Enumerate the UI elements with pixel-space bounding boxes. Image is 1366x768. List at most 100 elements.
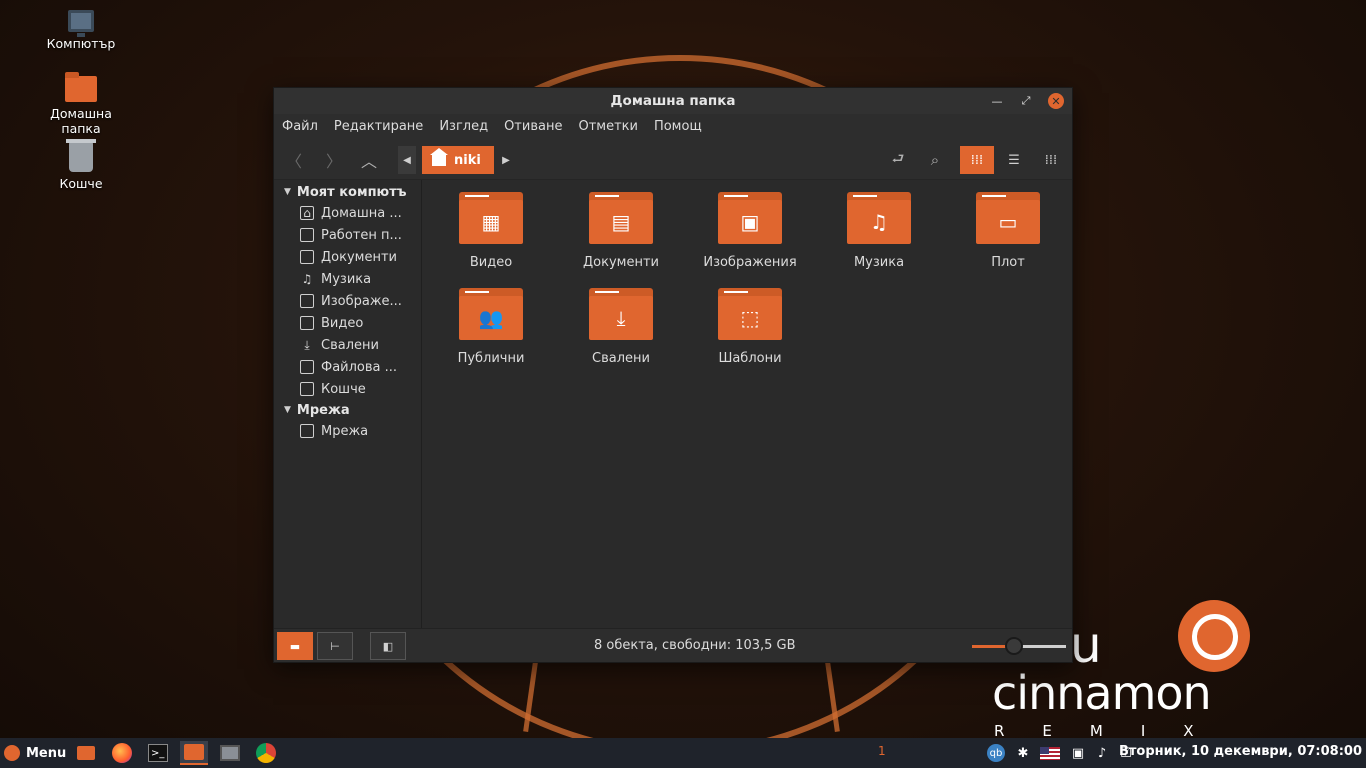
start-menu-label: Menu (26, 745, 67, 761)
us-flag-icon[interactable] (1040, 743, 1060, 763)
folder-item-downloads[interactable]: ⤓ Свалени (566, 288, 676, 366)
folder-item-videos[interactable]: ▦ Видео (436, 192, 546, 270)
taskbar-chrome[interactable] (252, 741, 280, 765)
sidebar-item-videos[interactable]: Видео (274, 312, 421, 334)
home-icon (430, 148, 448, 166)
breadcrumb-left-arrow[interactable]: ◀ (398, 146, 416, 174)
compact-view-button[interactable]: ⁞⁞⁞ (1034, 146, 1068, 174)
sidebar-item-desktop[interactable]: Работен п... (274, 224, 421, 246)
folder-icon: ⤓ (589, 288, 653, 340)
firefox-icon (112, 743, 132, 763)
sidebar-item-label: Документи (321, 249, 397, 265)
sidebar-item-pictures[interactable]: Изображе... (274, 290, 421, 312)
status-text: 8 обекта, свободни: 103,5 GB (594, 638, 796, 653)
removable-drive-icon[interactable]: ▣ (1068, 743, 1088, 763)
sidebar-item-label: Видео (321, 315, 364, 331)
folder-icon: ⬚ (718, 288, 782, 340)
forward-button[interactable]: 〉 (319, 146, 349, 174)
menu-file[interactable]: Файл (282, 119, 318, 134)
sidebar-item-trash[interactable]: Кошче (274, 378, 421, 400)
taskbar-terminal[interactable]: >_ (144, 741, 172, 765)
taskbar-file-manager[interactable] (180, 741, 208, 765)
folder-item-pictures[interactable]: ▣ Изображения (695, 192, 805, 270)
chrome-icon (256, 743, 276, 763)
folder-icon: ▦ (459, 192, 523, 244)
sidebar-item-network[interactable]: Мрежа (274, 420, 421, 442)
desktop-icon-computer[interactable]: Компютър (41, 10, 121, 51)
breadcrumb-right-arrow[interactable]: ▶ (497, 146, 515, 174)
list-view-button[interactable]: ☰ (997, 146, 1031, 174)
sidebar-header-label: Моят компютъ (296, 184, 407, 200)
folder-item-music[interactable]: ♫ Музика (824, 192, 934, 270)
list-icon: ☰ (1008, 152, 1020, 168)
clock[interactable]: Вторник, 10 декември, 07:08:00 (1119, 744, 1362, 759)
toolbar: 〈 〉 ︿ ◀ niki ▶ ⮐ ⌕ ⁞⁞⁞ ☰ ⁞⁞⁞ (274, 138, 1072, 180)
desktop-icon-trash[interactable]: Кошче (41, 139, 121, 191)
minimize-button[interactable]: — (989, 93, 1005, 109)
video-icon (300, 316, 314, 330)
menu-go[interactable]: Отиване (504, 119, 562, 134)
sidebar-header-my-computer[interactable]: ▼ Моят компютъ (274, 182, 421, 202)
desktop-icon-home[interactable]: Домашна папка (41, 72, 121, 136)
sidebar-item-label: Файлова ... (321, 359, 398, 375)
sidebar-item-downloads[interactable]: ⤓ Свалени (274, 334, 421, 356)
folder-item-desktop[interactable]: ▭ Плот (953, 192, 1063, 270)
window-title: Домашна папка (610, 93, 736, 109)
home-icon: ⌂ (300, 206, 314, 220)
trash-icon (300, 382, 314, 396)
status-bar: ▬ ⊢ ◧ 8 обекта, свободни: 103,5 GB (274, 628, 1072, 662)
show-places-button[interactable]: ▬ (277, 632, 313, 660)
file-view[interactable]: ▦ Видео ▤ Документи ▣ Изображения ♫ Музи… (422, 180, 1072, 628)
template-icon: ⬚ (740, 306, 760, 330)
taskbar: Menu >_ 1 qb ✱ ▣ ♪ ☑ Вторник, 10 декемвр… (0, 738, 1366, 768)
title-bar[interactable]: Домашна папка — ⤢ ✕ (274, 88, 1072, 114)
hide-sidebar-button[interactable]: ◧ (370, 632, 406, 660)
menu-view[interactable]: Изглед (439, 119, 488, 134)
bluetooth-icon[interactable]: ✱ (1013, 743, 1033, 763)
folder-item-documents[interactable]: ▤ Документи (566, 192, 676, 270)
menu-help[interactable]: Помощ (654, 119, 702, 134)
sidebar-item-label: Изображе... (321, 293, 402, 309)
folder-item-templates[interactable]: ⬚ Шаблони (695, 288, 805, 366)
window-body: ▼ Моят компютъ ⌂ Домашна ... Работен п...… (274, 180, 1072, 628)
chevron-left-icon: 〈 (285, 152, 302, 171)
sidebar-item-home[interactable]: ⌂ Домашна ... (274, 202, 421, 224)
up-button[interactable]: ︿ (354, 146, 384, 174)
zoom-slider-handle[interactable] (1005, 637, 1024, 655)
folder-icon: ♫ (847, 192, 911, 244)
sidebar-item-filesystem[interactable]: Файлова ... (274, 356, 421, 378)
sound-icon[interactable]: ♪ (1092, 743, 1112, 763)
folder-item-public[interactable]: 👥 Публични (436, 288, 546, 366)
taskbar-show-desktop[interactable] (72, 741, 100, 765)
sidebar-toggle-icon: ◧ (382, 639, 394, 653)
search-button[interactable]: ⌕ (920, 146, 950, 174)
start-menu-button[interactable]: Menu (0, 745, 66, 761)
qbittorrent-icon[interactable]: qb (986, 743, 1006, 763)
sidebar-item-music[interactable]: ♫ Музика (274, 268, 421, 290)
wallpaper-spoke-left (523, 661, 538, 733)
back-button[interactable]: 〈 (279, 146, 309, 174)
menu-edit[interactable]: Редактиране (334, 119, 423, 134)
trash-icon (66, 139, 96, 172)
sidebar-item-documents[interactable]: Документи (274, 246, 421, 268)
breadcrumb-home[interactable]: niki (422, 146, 494, 174)
taskbar-screenshot[interactable] (216, 741, 244, 765)
grid-icon: ⁞⁞⁞ (970, 152, 984, 168)
show-treeview-button[interactable]: ⊢ (317, 632, 353, 660)
chevron-right-icon: 〉 (325, 152, 342, 171)
expand-triangle-icon: ▼ (284, 405, 291, 415)
sidebar-header-network[interactable]: ▼ Мрежа (274, 400, 421, 420)
maximize-button[interactable]: ⤢ (1018, 93, 1034, 109)
close-button[interactable]: ✕ (1048, 93, 1064, 109)
toggle-location-button[interactable]: ⮐ (883, 146, 913, 174)
sidebar-item-label: Свалени (321, 337, 379, 353)
sidebar-item-label: Кошче (321, 381, 366, 397)
icon-view-button[interactable]: ⁞⁞⁞ (960, 146, 994, 174)
folder-label: Изображения (703, 255, 797, 270)
sidebar-item-label: Работен п... (321, 227, 402, 243)
taskbar-firefox[interactable] (108, 741, 136, 765)
menu-bookmarks[interactable]: Отметки (578, 119, 637, 134)
desktop-icon: ▭ (998, 210, 1018, 234)
workspace-indicator[interactable]: 1 (878, 744, 886, 758)
desktop-icon-label: Кошче (59, 176, 103, 191)
